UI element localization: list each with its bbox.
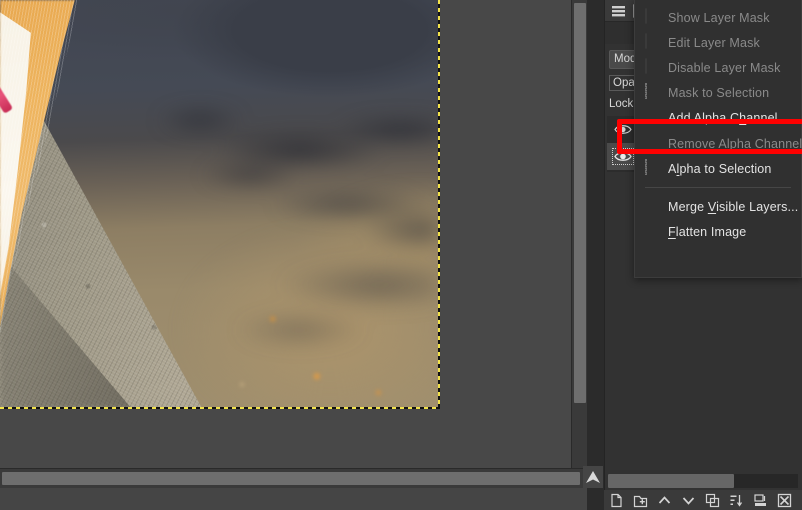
layer-visibility-icon[interactable] (614, 150, 632, 163)
canvas-horizontal-scrollbar-thumb[interactable] (2, 472, 580, 485)
menu-item-mask-to-selection[interactable]: Mask to Selection (635, 80, 801, 105)
checkbox-icon (643, 59, 660, 76)
chevron-down-icon (681, 493, 696, 508)
menu-item-label: Mask to Selection (668, 86, 769, 100)
menu-item-remove-alpha-channel[interactable]: Remove Alpha Channel (635, 131, 801, 156)
navigation-preview-button[interactable] (583, 466, 603, 488)
menu-item-label: Show Layer Mask (668, 11, 770, 25)
layer-list-scrollbar-thumb[interactable] (608, 474, 734, 488)
eye-icon (614, 150, 632, 163)
no-icon (643, 223, 660, 240)
anchor-layer-icon (729, 493, 744, 508)
canvas-status-strip (0, 488, 587, 510)
checkerboard-icon (643, 110, 660, 127)
selection-icon (643, 160, 660, 177)
canvas-vertical-scrollbar[interactable] (571, 0, 587, 468)
new-layer-group-icon (633, 493, 648, 508)
photo (0, 0, 440, 409)
tab-layers[interactable] (607, 1, 629, 21)
delete-layer-button[interactable] (772, 490, 796, 510)
new-layer-button[interactable] (604, 490, 628, 510)
menu-separator (645, 187, 791, 188)
menu-item-edit-layer-mask[interactable]: Edit Layer Mask (635, 30, 801, 55)
menu-item-flatten-image[interactable]: Flatten Image (635, 219, 801, 244)
menu-item-merge-visible-layers[interactable]: Merge Visible Layers... (635, 194, 801, 219)
layers-icon (611, 5, 626, 18)
anchor-layer-button[interactable] (724, 490, 748, 510)
canvas-horizontal-scrollbar[interactable] (0, 468, 587, 488)
menu-item-label: Flatten Image (668, 225, 746, 239)
chevron-up-icon (657, 493, 672, 508)
selection-icon (643, 84, 660, 101)
menu-item-label: Add Alpha Channel (668, 111, 778, 125)
delete-layer-icon (777, 493, 792, 508)
navigation-arrow-icon (585, 470, 601, 484)
image-content (0, 0, 440, 409)
duplicate-layer-icon (705, 493, 720, 508)
duplicate-layer-button[interactable] (700, 490, 724, 510)
layer-visibility-icon[interactable] (614, 123, 632, 136)
menu-item-label: Alpha to Selection (668, 162, 772, 176)
layer-context-menu[interactable]: Show Layer Mask Edit Layer Mask Disable … (634, 0, 802, 278)
gimp-window: Mod Opac Lock: (0, 0, 802, 510)
new-layer-icon (609, 493, 624, 508)
new-layer-group-button[interactable] (628, 490, 652, 510)
lower-layer-button[interactable] (676, 490, 700, 510)
no-icon (643, 198, 660, 215)
eye-icon (614, 123, 632, 136)
raise-layer-button[interactable] (652, 490, 676, 510)
layer-toolbar (604, 490, 802, 510)
image-canvas[interactable] (0, 0, 587, 468)
layer-list-horizontal-scrollbar[interactable] (608, 474, 798, 488)
checkbox-icon (643, 34, 660, 51)
menu-item-label: Merge Visible Layers... (668, 200, 798, 214)
menu-item-disable-layer-mask[interactable]: Disable Layer Mask (635, 55, 801, 80)
merge-down-icon (753, 493, 768, 508)
no-icon (643, 135, 660, 152)
menu-item-alpha-to-selection[interactable]: Alpha to Selection (635, 156, 801, 181)
menu-item-label: Remove Alpha Channel (668, 137, 802, 151)
menu-item-label: Disable Layer Mask (668, 61, 780, 75)
menu-item-label: Edit Layer Mask (668, 36, 760, 50)
merge-down-button[interactable] (748, 490, 772, 510)
menu-item-add-alpha-channel[interactable]: Add Alpha Channel (635, 105, 801, 131)
menu-item-show-layer-mask[interactable]: Show Layer Mask (635, 5, 801, 30)
checkbox-icon (643, 9, 660, 26)
canvas-vertical-scrollbar-thumb[interactable] (574, 3, 586, 403)
